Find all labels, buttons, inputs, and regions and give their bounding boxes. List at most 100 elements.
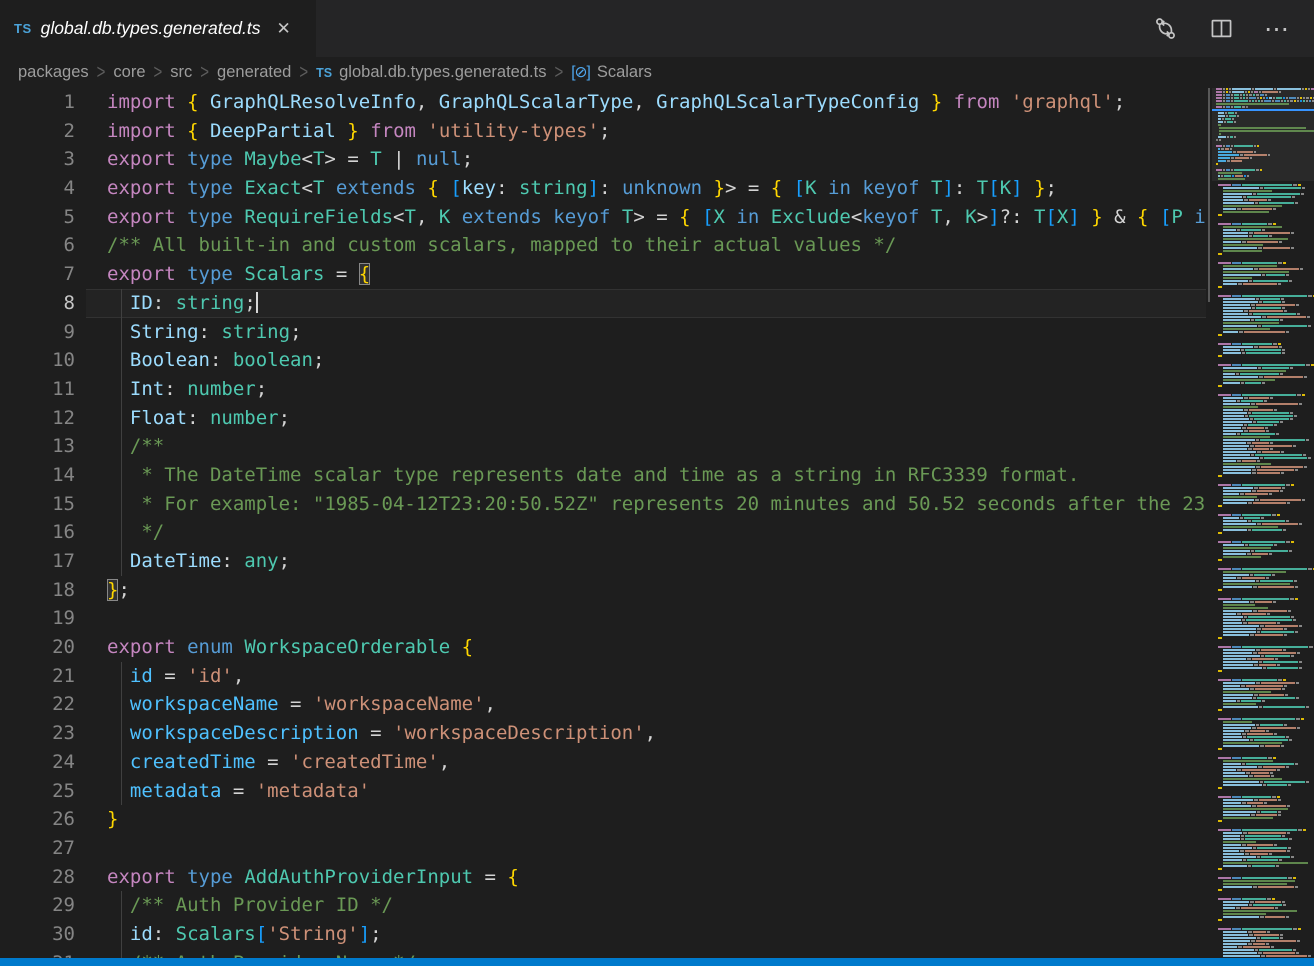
code-text[interactable]: /** <box>107 432 164 461</box>
code-line[interactable]: 25 metadata = 'metadata' <box>0 777 1206 806</box>
code-line[interactable]: 2 import { DeepPartial } from 'utility-ty… <box>0 117 1206 146</box>
close-tab-icon[interactable]: ✕ <box>273 17 295 41</box>
line-number[interactable]: 13 <box>0 432 75 461</box>
code-line[interactable]: 21 id = 'id', <box>0 662 1206 691</box>
code-line[interactable]: 4 export type Exact<T extends { [key: str… <box>0 174 1206 203</box>
line-number[interactable]: 21 <box>0 662 75 691</box>
line-number[interactable]: 17 <box>0 547 75 576</box>
code-text[interactable]: ID: string; <box>107 289 258 318</box>
code-text[interactable]: * The DateTime scalar type represents da… <box>107 461 1079 490</box>
code-line[interactable]: 30 id: Scalars['String']; <box>0 920 1206 949</box>
code-text[interactable]: * For example: "1985-04-12T23:20:50.52Z"… <box>107 490 1206 519</box>
line-number[interactable]: 11 <box>0 375 75 404</box>
line-number[interactable]: 19 <box>0 604 75 633</box>
line-number[interactable]: 20 <box>0 633 75 662</box>
code-line[interactable]: 29 /** Auth Provider ID */ <box>0 891 1206 920</box>
line-number[interactable]: 3 <box>0 145 75 174</box>
code-line[interactable]: 24 createdTime = 'createdTime', <box>0 748 1206 777</box>
line-number[interactable]: 2 <box>0 117 75 146</box>
code-line[interactable]: 8 ID: string; <box>0 289 1206 318</box>
line-number[interactable]: 16 <box>0 518 75 547</box>
breadcrumb-item-src[interactable]: src <box>170 63 192 82</box>
code-text[interactable]: createdTime = 'createdTime', <box>107 748 450 777</box>
code-line[interactable]: 27 <box>0 834 1206 863</box>
split-editor-icon[interactable] <box>1208 16 1234 42</box>
breadcrumb-item-packages[interactable]: packages <box>18 63 89 82</box>
code-text[interactable]: String: string; <box>107 318 302 347</box>
code-line[interactable]: 23 workspaceDescription = 'workspaceDesc… <box>0 719 1206 748</box>
tab-global-db-types-generated[interactable]: TS global.db.types.generated.ts ✕ <box>0 0 316 57</box>
code-line[interactable]: 22 workspaceName = 'workspaceName', <box>0 690 1206 719</box>
line-number[interactable]: 29 <box>0 891 75 920</box>
code-text[interactable]: export type AddAuthProviderInput = { <box>107 863 519 892</box>
line-number[interactable]: 7 <box>0 260 75 289</box>
line-number[interactable]: 24 <box>0 748 75 777</box>
code-line[interactable]: 16 */ <box>0 518 1206 547</box>
code-text[interactable]: id = 'id', <box>107 662 244 691</box>
code-text[interactable]: export type RequireFields<T, K extends k… <box>107 203 1206 232</box>
code-line[interactable]: 3 export type Maybe<T> = T | null; <box>0 145 1206 174</box>
open-changes-icon[interactable] <box>1152 16 1178 42</box>
more-actions-icon[interactable]: ⋯ <box>1264 16 1290 42</box>
code-text[interactable]: workspaceDescription = 'workspaceDescrip… <box>107 719 656 748</box>
line-number[interactable]: 9 <box>0 318 75 347</box>
code-text[interactable]: /** Auth Provider ID */ <box>107 891 393 920</box>
line-number[interactable]: 30 <box>0 920 75 949</box>
code-line[interactable]: 6 /** All built-in and custom scalars, ma… <box>0 231 1206 260</box>
code-line[interactable]: 13 /** <box>0 432 1206 461</box>
line-number[interactable]: 28 <box>0 863 75 892</box>
code-line[interactable]: 10 Boolean: boolean; <box>0 346 1206 375</box>
line-number[interactable]: 10 <box>0 346 75 375</box>
line-number[interactable]: 6 <box>0 231 75 260</box>
code-text[interactable]: export type Scalars = { <box>107 260 370 289</box>
code-text[interactable]: export type Maybe<T> = T | null; <box>107 145 473 174</box>
code-text[interactable]: Boolean: boolean; <box>107 346 324 375</box>
line-number[interactable]: 26 <box>0 805 75 834</box>
code-line[interactable]: 12 Float: number; <box>0 404 1206 433</box>
breadcrumb-item-core[interactable]: core <box>113 63 145 82</box>
line-number[interactable]: 4 <box>0 174 75 203</box>
line-number[interactable]: 25 <box>0 777 75 806</box>
code-line[interactable]: 9 String: string; <box>0 318 1206 347</box>
line-number[interactable]: 12 <box>0 404 75 433</box>
code-line[interactable]: 28 export type AddAuthProviderInput = { <box>0 863 1206 892</box>
code-text[interactable]: id: Scalars['String']; <box>107 920 382 949</box>
breadcrumb-item-file[interactable]: global.db.types.generated.ts <box>339 63 546 82</box>
line-number[interactable]: 15 <box>0 490 75 519</box>
code-text[interactable]: Float: number; <box>107 404 290 433</box>
line-number[interactable]: 27 <box>0 834 75 863</box>
line-number[interactable]: 22 <box>0 690 75 719</box>
line-number[interactable]: 18 <box>0 576 75 605</box>
code-text[interactable]: import { DeepPartial } from 'utility-typ… <box>107 117 610 146</box>
code-text[interactable]: workspaceName = 'workspaceName', <box>107 690 496 719</box>
scrollbar-slider[interactable] <box>1208 88 1210 302</box>
code-line[interactable]: 5 export type RequireFields<T, K extends … <box>0 203 1206 232</box>
code-text[interactable]: */ <box>107 518 164 547</box>
breadcrumb-item-generated[interactable]: generated <box>217 63 291 82</box>
code-text[interactable]: DateTime: any; <box>107 547 290 576</box>
code-text[interactable]: metadata = 'metadata' <box>107 777 370 806</box>
code-line[interactable]: 14 * The DateTime scalar type represents… <box>0 461 1206 490</box>
code-line[interactable]: 15 * For example: "1985-04-12T23:20:50.5… <box>0 490 1206 519</box>
line-number[interactable]: 23 <box>0 719 75 748</box>
code-text[interactable]: }; <box>107 576 130 605</box>
code-text[interactable]: /** All built-in and custom scalars, map… <box>107 231 896 260</box>
line-number[interactable]: 5 <box>0 203 75 232</box>
code-line[interactable]: 7 export type Scalars = { <box>0 260 1206 289</box>
code-line[interactable]: 17 DateTime: any; <box>0 547 1206 576</box>
code-text[interactable]: Int: number; <box>107 375 267 404</box>
breadcrumb-item-symbol[interactable]: Scalars <box>597 63 652 82</box>
code-text[interactable]: export enum WorkspaceOrderable { <box>107 633 473 662</box>
code-text[interactable]: export type Exact<T extends { [key: stri… <box>107 174 1057 203</box>
code-line[interactable]: 18}; <box>0 576 1206 605</box>
line-number[interactable]: 14 <box>0 461 75 490</box>
line-number[interactable]: 1 <box>0 88 75 117</box>
code-line[interactable]: 20 export enum WorkspaceOrderable { <box>0 633 1206 662</box>
code-editor[interactable]: 1import { GraphQLResolveInfo, GraphQLSca… <box>0 88 1206 966</box>
code-text[interactable]: } <box>107 805 118 834</box>
minimap[interactable] <box>1212 88 1314 966</box>
line-number[interactable]: 8 <box>0 289 75 318</box>
code-line[interactable]: 1import { GraphQLResolveInfo, GraphQLSca… <box>0 88 1206 117</box>
code-line[interactable]: 11 Int: number; <box>0 375 1206 404</box>
code-line[interactable]: 26} <box>0 805 1206 834</box>
